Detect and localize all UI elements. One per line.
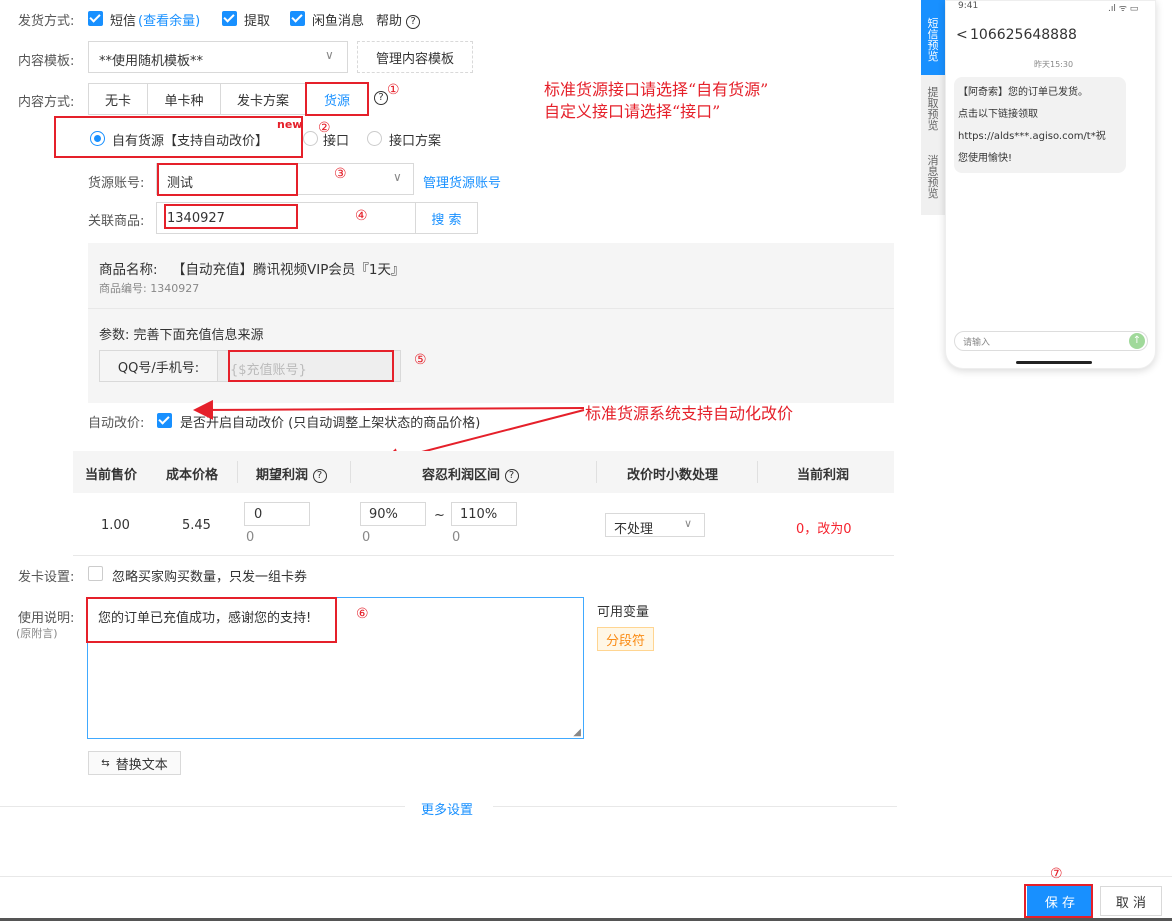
help-icon[interactable]: ? — [312, 469, 327, 483]
message-line: 您使用愉快! — [958, 153, 1013, 164]
tab-message-preview-label: 消息预览 — [927, 154, 939, 200]
usage-label: 使用说明: — [18, 611, 75, 626]
cancel-button[interactable]: 取 消 — [1100, 886, 1162, 916]
replace-label: 替换文本 — [115, 757, 168, 773]
tolerance-low-input[interactable]: 90% — [360, 502, 426, 526]
tab-sms-preview-label: 短信预览 — [927, 17, 939, 63]
header-current-price: 当前售价 — [85, 468, 138, 483]
variables-title: 可用变量 — [597, 605, 650, 620]
expected-profit-input[interactable]: 0 — [244, 502, 310, 526]
variable-paragraph[interactable]: 分段符 — [597, 627, 654, 651]
annotation-box-7 — [1024, 884, 1093, 918]
tab-pickup-preview-label: 提取预览 — [927, 86, 939, 132]
replace-text-button[interactable]: ⇆ 替换文本 — [88, 751, 181, 775]
card-ignore-checkbox[interactable] — [88, 566, 103, 581]
annotation-box-6 — [86, 597, 337, 643]
message-date: 昨天15:30 — [1034, 60, 1074, 69]
decimal-select[interactable]: 不处理 ∨ — [605, 513, 705, 537]
tab-message-preview[interactable]: 消息预览 — [921, 145, 945, 215]
message-bubble: 【阿奇索】您的订单已发货。 点击以下链接领取 https://alds***.a… — [954, 77, 1126, 173]
header-decimal: 改价时小数处理 — [627, 468, 719, 483]
phone-time: 9:41 — [958, 1, 979, 11]
message-line: 【阿奇索】您的订单已发货。 — [958, 87, 1088, 98]
tolerance-high-value: 110% — [460, 507, 498, 522]
header-cost: 成本价格 — [166, 468, 219, 483]
annotation-number-6: ⑥ — [356, 606, 369, 622]
divider — [73, 555, 894, 556]
chevron-down-icon: ∨ — [684, 517, 693, 530]
tab-pickup-preview[interactable]: 提取预览 — [921, 75, 945, 145]
card-ignore-text: 忽略买家购买数量，只发一组卡券 — [112, 570, 308, 585]
message-line: 点击以下链接领取 — [958, 109, 1038, 120]
more-settings-link[interactable]: 更多设置 — [421, 799, 473, 818]
expected-profit-sub: 0 — [246, 530, 255, 545]
header-expected-profit: 期望利润 — [256, 468, 309, 483]
message-line: https://alds***.agiso.com/t*祝 — [958, 131, 1106, 142]
tolerance-high-sub: 0 — [452, 530, 461, 545]
help-icon[interactable]: ? — [504, 469, 519, 483]
current-profit-value: 0，改为0 — [796, 522, 852, 537]
message-body: 【阿奇索】您的订单已发货。 点击以下链接领取 https://alds***.a… — [958, 82, 1106, 170]
tolerance-low-sub: 0 — [362, 530, 371, 545]
home-indicator — [1016, 361, 1092, 364]
expected-profit-value: 0 — [254, 507, 263, 522]
header-current-profit: 当前利润 — [797, 468, 850, 483]
tilde: ~ — [434, 508, 445, 523]
divider — [596, 461, 597, 483]
divider — [0, 876, 1172, 877]
tolerance-high-input[interactable]: 110% — [451, 502, 517, 526]
phone-input-placeholder: 请输入 — [963, 338, 991, 348]
decimal-value: 不处理 — [614, 522, 654, 537]
replace-icon: ⇆ — [101, 757, 110, 769]
back-icon[interactable]: < — [956, 27, 968, 43]
divider — [757, 461, 758, 483]
header-tolerance: 容忍利润区间 — [422, 468, 501, 483]
annotation-number-7: ⑦ — [1050, 866, 1063, 882]
divider — [493, 806, 897, 807]
divider — [237, 461, 238, 483]
phone-preview: 9:41 .ıl ᯤ ▭ < 106625648888 昨天15:30 【阿奇索… — [945, 0, 1156, 369]
usage-sublabel: (原附言) — [16, 627, 58, 640]
cost-value: 5.45 — [182, 518, 211, 533]
tolerance-low-value: 90% — [369, 507, 398, 522]
resize-handle-icon[interactable]: ◢ — [573, 727, 581, 738]
card-label: 发卡设置: — [18, 570, 75, 585]
send-icon[interactable]: ↑ — [1129, 333, 1145, 349]
current-price-value: 1.00 — [101, 518, 130, 533]
phone-input[interactable]: 请输入 ↑ — [954, 331, 1148, 351]
phone-number: 106625648888 — [970, 27, 1077, 43]
phone-status-icons: .ıl ᯤ ▭ — [1108, 4, 1139, 14]
divider — [0, 806, 405, 807]
divider — [350, 461, 351, 483]
tab-sms-preview[interactable]: 短信预览 — [921, 0, 945, 75]
